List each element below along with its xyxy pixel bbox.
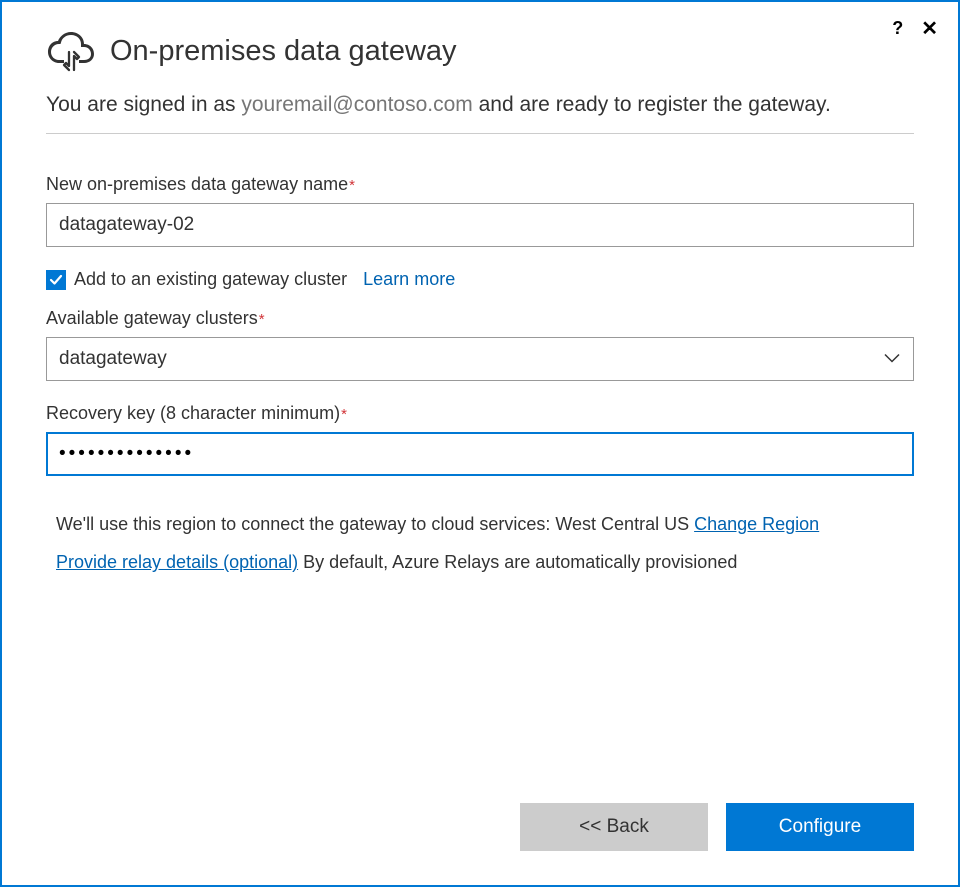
close-icon[interactable]: ✕ [921, 19, 938, 39]
gateway-name-label: New on-premises data gateway name* [46, 174, 914, 195]
dialog-header: On-premises data gateway [46, 30, 914, 72]
region-value: West Central US [555, 514, 694, 534]
required-asterisk: * [259, 311, 265, 328]
gateway-dialog: ? ✕ On-premises data gateway You are sig… [0, 0, 960, 887]
add-cluster-label: Add to an existing gateway cluster [74, 269, 347, 290]
page-title: On-premises data gateway [110, 35, 457, 68]
dialog-footer: << Back Configure [2, 803, 958, 885]
required-asterisk: * [349, 177, 355, 194]
gateway-name-group: New on-premises data gateway name* [46, 174, 914, 247]
region-info: We'll use this region to connect the gat… [56, 506, 904, 544]
learn-more-link[interactable]: Learn more [363, 269, 455, 290]
configure-button[interactable]: Configure [726, 803, 914, 851]
clusters-select[interactable]: datagateway [46, 337, 914, 381]
clusters-selected-value: datagateway [59, 348, 167, 370]
signin-prefix: You are signed in as [46, 93, 241, 116]
change-region-link[interactable]: Change Region [694, 514, 819, 534]
recovery-key-group: Recovery key (8 character minimum)* [46, 403, 914, 476]
add-cluster-row: Add to an existing gateway cluster Learn… [46, 269, 914, 290]
relay-info: Provide relay details (optional) By defa… [56, 544, 904, 582]
required-asterisk: * [341, 406, 347, 423]
cloud-gateway-icon [46, 30, 96, 72]
clusters-group: Available gateway clusters* datagateway [46, 308, 914, 381]
info-block: We'll use this region to connect the gat… [46, 498, 914, 582]
title-bar-controls: ? ✕ [892, 18, 938, 39]
help-icon[interactable]: ? [892, 18, 903, 39]
back-button[interactable]: << Back [520, 803, 708, 851]
dialog-content: On-premises data gateway You are signed … [2, 2, 958, 803]
add-cluster-checkbox[interactable] [46, 270, 66, 290]
relay-details-link[interactable]: Provide relay details (optional) [56, 552, 298, 572]
signin-email: youremail@contoso.com [241, 93, 472, 116]
recovery-key-input[interactable] [46, 432, 914, 476]
signin-suffix: and are ready to register the gateway. [473, 93, 831, 116]
clusters-label: Available gateway clusters* [46, 308, 914, 329]
gateway-name-input[interactable] [46, 203, 914, 247]
recovery-key-label: Recovery key (8 character minimum)* [46, 403, 914, 424]
signin-status: You are signed in as youremail@contoso.c… [46, 90, 914, 134]
check-icon [49, 273, 63, 287]
